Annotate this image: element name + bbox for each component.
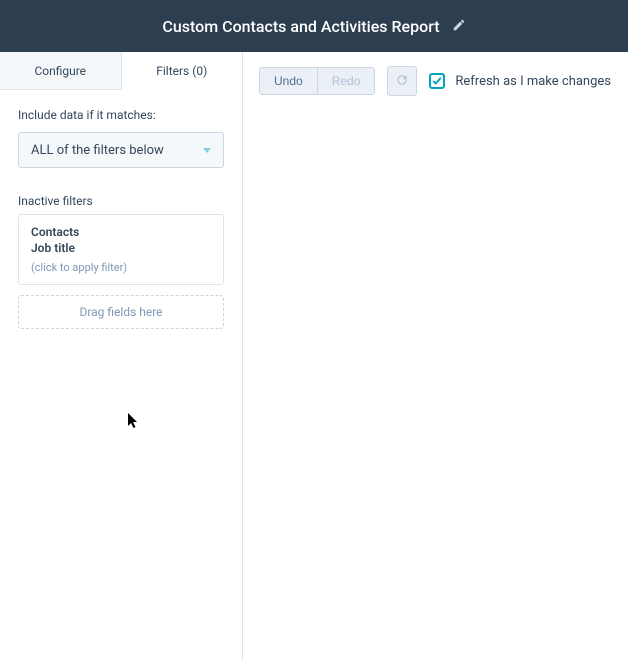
tab-configure[interactable]: Configure [0, 52, 122, 89]
match-label: Include data if it matches: [18, 108, 224, 122]
redo-button[interactable]: Redo [318, 68, 375, 94]
undo-redo-group: Undo Redo [259, 67, 375, 95]
dropzone-label: Drag fields here [79, 305, 162, 319]
toolbar: Undo Redo Refresh as I make changes [259, 66, 612, 96]
inactive-filter-card[interactable]: Contacts Job title (click to apply filte… [18, 214, 224, 285]
tab-filters-label: Filters (0) [156, 64, 207, 78]
header: Custom Contacts and Activities Report [0, 0, 628, 52]
filters-dropzone[interactable]: Drag fields here [18, 295, 224, 329]
undo-button[interactable]: Undo [260, 68, 318, 94]
filter-entity: Contacts [31, 225, 211, 239]
match-select-value: ALL of the filters below [31, 143, 164, 158]
match-select[interactable]: ALL of the filters below [18, 132, 224, 168]
tabs: Configure Filters (0) [0, 52, 242, 90]
page-title: Custom Contacts and Activities Report [162, 17, 439, 36]
tab-filters[interactable]: Filters (0) [122, 52, 243, 90]
refresh-checkbox[interactable] [429, 73, 445, 89]
edit-title-icon[interactable] [452, 17, 466, 36]
refresh-checkbox-wrap[interactable]: Refresh as I make changes [429, 73, 611, 89]
filter-field: Job title [31, 241, 211, 255]
tab-configure-label: Configure [34, 64, 86, 78]
refresh-checkbox-label: Refresh as I make changes [455, 74, 611, 89]
refresh-button[interactable] [387, 66, 417, 96]
refresh-icon [395, 72, 409, 91]
left-panel: Configure Filters (0) Include data if it… [0, 52, 243, 661]
filter-hint: (click to apply filter) [31, 261, 211, 274]
inactive-filters-label: Inactive filters [18, 194, 224, 208]
right-panel: Undo Redo Refresh as I make changes [243, 52, 628, 661]
caret-down-icon [203, 148, 211, 153]
